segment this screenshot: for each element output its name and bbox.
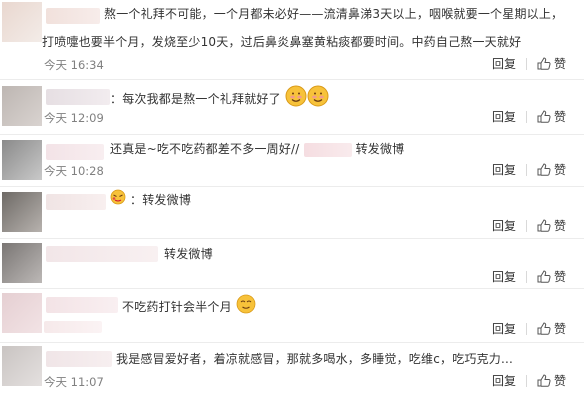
- action-separator: [525, 374, 527, 387]
- username-blurred[interactable]: [46, 194, 106, 210]
- comment-actions: 回复 赞: [492, 55, 566, 72]
- avatar[interactable]: [2, 346, 42, 386]
- comment-text: 不吃药打针会半个月: [122, 294, 256, 321]
- comment-text: 转发微博: [164, 247, 213, 261]
- timestamp-blurred: [44, 321, 102, 333]
- comment-item: 转发微博 回复 赞: [0, 239, 584, 289]
- smile-emoji-icon: [285, 85, 307, 114]
- reply-button[interactable]: 回复: [492, 268, 516, 285]
- timestamp: 今天 16:34: [44, 58, 104, 72]
- thumbs-up-icon[interactable]: [537, 270, 551, 283]
- action-separator: [525, 57, 527, 70]
- reply-button[interactable]: 回复: [492, 372, 516, 389]
- avatar[interactable]: [2, 140, 42, 180]
- avatar[interactable]: [2, 293, 42, 333]
- reply-button[interactable]: 回复: [492, 161, 516, 178]
- like-button[interactable]: 赞: [554, 108, 566, 125]
- comment-text-content: ：转发微博: [130, 193, 192, 207]
- thumbs-up-icon[interactable]: [537, 322, 551, 335]
- comment-item: 熬一个礼拜不可能，一个月都未必好——流清鼻涕3天以上，咽喉就要一个星期以上， 打…: [0, 0, 584, 74]
- thumbs-up-icon[interactable]: [537, 374, 551, 387]
- avatar[interactable]: [2, 2, 42, 42]
- comment-actions: 回复 赞: [492, 372, 566, 389]
- comment-item: 我是感冒爱好者，着凉就感冒，那就多喝水，多睡觉，吃维c，吃巧克力... 今天 1…: [0, 343, 584, 402]
- action-separator: [525, 219, 527, 232]
- comment-text: 熬一个礼拜不可能，一个月都未必好——流清鼻涕3天以上，咽喉就要一个星期以上，: [104, 7, 564, 21]
- timestamp: 今天 12:09: [44, 111, 104, 125]
- comment-item: 不吃药打针会半个月 回复 赞: [0, 289, 584, 341]
- avatar[interactable]: [2, 86, 42, 126]
- comment-text-content: 还真是~吃不吃药都差不多一周好//: [110, 142, 300, 156]
- comment-item: ：每次我都是熬一个礼拜就好了 今天 12:09 回复 赞: [0, 80, 584, 130]
- like-button[interactable]: 赞: [554, 161, 566, 178]
- like-button[interactable]: 赞: [554, 268, 566, 285]
- thumbs-up-icon[interactable]: [537, 110, 551, 123]
- username-blurred[interactable]: [46, 8, 100, 24]
- action-separator: [525, 110, 527, 123]
- like-button[interactable]: 赞: [554, 55, 566, 72]
- comment-text: ：转发微博: [110, 189, 191, 212]
- reply-button[interactable]: 回复: [492, 217, 516, 234]
- username-blurred[interactable]: [46, 89, 110, 105]
- comment-actions: 回复 赞: [492, 108, 566, 125]
- username-blurred[interactable]: [46, 297, 118, 313]
- comment-actions: 回复 赞: [492, 217, 566, 234]
- comment-actions: 回复 赞: [492, 161, 566, 178]
- timestamp: 今天 11:07: [44, 375, 104, 389]
- username-blurred[interactable]: [46, 351, 112, 367]
- thumbs-up-icon[interactable]: [537, 57, 551, 70]
- like-button[interactable]: 赞: [554, 320, 566, 337]
- reply-button[interactable]: 回复: [492, 55, 516, 72]
- comment-actions: 回复 赞: [492, 268, 566, 285]
- like-button[interactable]: 赞: [554, 372, 566, 389]
- comment-text-content: ：每次我都是熬一个礼拜就好了: [110, 92, 281, 106]
- comment-text-line2: 打喷嚏也要半个月，发烧至少10天，过后鼻炎鼻塞黄粘痰都要时间。中药自己熬一天就好: [42, 35, 522, 49]
- comment-item: 还真是~吃不吃药都差不多一周好// 转发微博 今天 10:28 回复 赞: [0, 135, 584, 187]
- comment-text: 我是感冒爱好者，着凉就感冒，那就多喝水，多睡觉，吃维c，吃巧克力...: [116, 352, 514, 366]
- username-blurred[interactable]: [46, 246, 158, 262]
- action-separator: [525, 322, 527, 335]
- moved-emoji-icon: [110, 189, 126, 212]
- avatar[interactable]: [2, 192, 42, 232]
- comment-text: 还真是~吃不吃药都差不多一周好// 转发微博: [110, 138, 404, 160]
- comment-text: ：每次我都是熬一个礼拜就好了: [110, 85, 329, 114]
- smile-emoji-icon: [307, 85, 329, 114]
- timestamp: 今天 10:28: [44, 164, 104, 178]
- reply-button[interactable]: 回复: [492, 108, 516, 125]
- reply-button[interactable]: 回复: [492, 320, 516, 337]
- thumbs-up-icon[interactable]: [537, 163, 551, 176]
- avatar[interactable]: [2, 243, 42, 283]
- mention-blurred[interactable]: [303, 142, 352, 157]
- action-separator: [525, 270, 527, 283]
- like-button[interactable]: 赞: [554, 217, 566, 234]
- action-separator: [525, 163, 527, 176]
- comment-text-suffix: 转发微博: [355, 142, 405, 156]
- username-blurred[interactable]: [46, 144, 104, 160]
- comment-text-content: 不吃药打针会半个月: [122, 300, 232, 314]
- thumbs-up-icon[interactable]: [537, 219, 551, 232]
- comment-item: ：转发微博 回复 赞: [0, 187, 584, 239]
- smile-emoji-icon: [236, 294, 256, 321]
- comment-actions: 回复 赞: [492, 320, 566, 337]
